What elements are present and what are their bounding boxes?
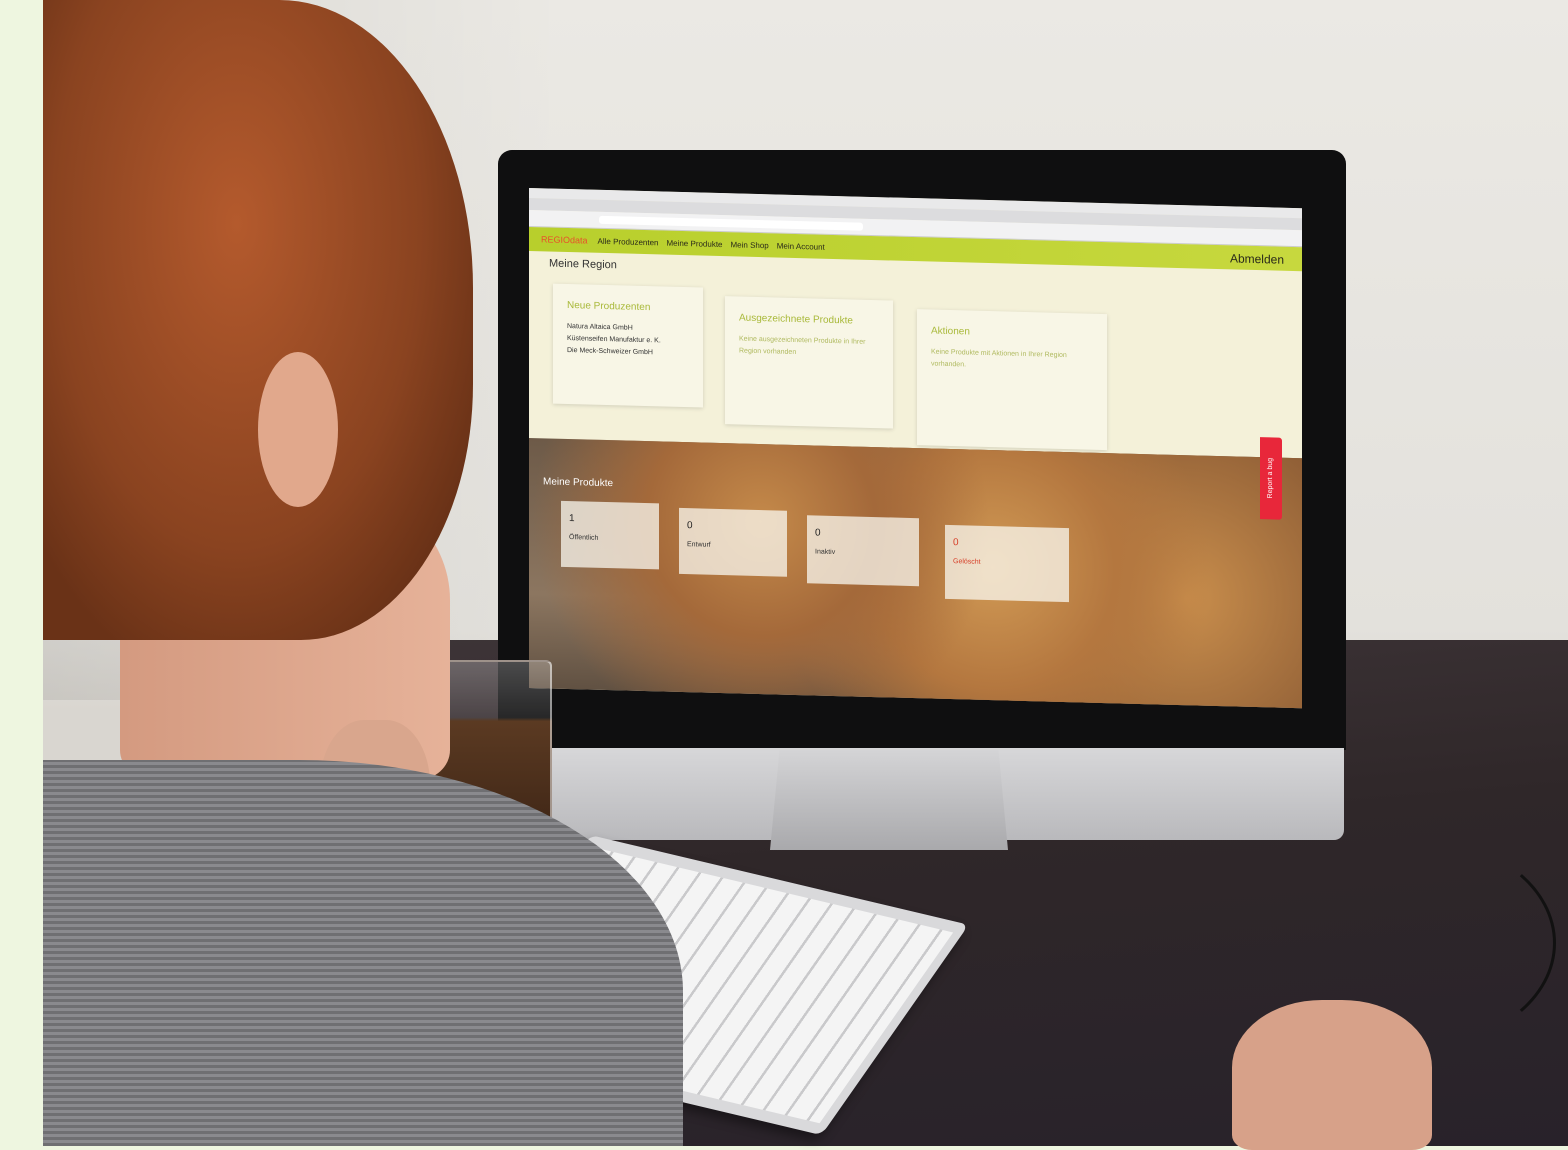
nav-mein-shop[interactable]: Mein Shop <box>731 240 769 250</box>
region-cards: Neue Produzenten Natura Altaica GmbH Küs… <box>529 269 1302 459</box>
stat-geloescht[interactable]: 0 Gelöscht <box>945 524 1069 603</box>
stat-label: Inaktiv <box>815 548 836 557</box>
person-hair <box>43 0 473 640</box>
stat-label: Gelöscht <box>953 558 981 566</box>
person-right-hand <box>1232 1000 1432 1150</box>
monitor-stand <box>770 750 1008 850</box>
card-aktionen: Aktionen Keine Produkte mit Aktionen in … <box>917 309 1107 451</box>
address-url-field[interactable] <box>599 215 863 231</box>
stat-value: 0 <box>815 527 821 539</box>
products-title: Meine Produkte <box>543 476 614 490</box>
card-ausgezeichnete-produkte: Ausgezeichnete Produkte Keine ausgezeich… <box>725 296 893 429</box>
card-empty-text: Keine Produkte mit Aktionen in Ihrer Reg… <box>931 348 1067 369</box>
logout-link[interactable]: Abmelden <box>1230 251 1284 266</box>
brand-logo[interactable]: REGIOdata <box>541 234 588 245</box>
person-ear <box>258 352 338 507</box>
producer-item[interactable]: Die Meck-Schweizer GmbH <box>567 345 689 360</box>
report-bug-button[interactable]: Report a bug <box>1260 437 1282 520</box>
stat-inaktiv[interactable]: 0 Inaktiv <box>807 515 919 587</box>
card-title: Ausgezeichnete Produkte <box>739 312 853 327</box>
nav-alle-produzenten[interactable]: Alle Produzenten <box>598 236 659 247</box>
stat-value: 1 <box>569 513 575 525</box>
stat-oeffentlich[interactable]: 1 Öffentlich <box>561 500 659 570</box>
stat-value: 0 <box>953 537 959 549</box>
nav-mein-account[interactable]: Mein Account <box>777 241 825 251</box>
products-section: Meine Produkte 1 Öffentlich 0 Entwurf 0 … <box>529 438 1302 709</box>
stat-value: 0 <box>687 520 693 532</box>
card-title: Neue Produzenten <box>567 299 651 314</box>
card-title: Aktionen <box>931 325 970 338</box>
stat-label: Öffentlich <box>569 534 599 542</box>
card-neue-produzenten: Neue Produzenten Natura Altaica GmbH Küs… <box>553 283 703 408</box>
monitor-screen: REGIOdata Alle Produzenten Meine Produkt… <box>529 188 1302 709</box>
card-empty-text: Keine ausgezeichneten Produkte in Ihrer … <box>739 335 866 356</box>
stat-entwurf[interactable]: 0 Entwurf <box>679 507 787 577</box>
nav-meine-produkte[interactable]: Meine Produkte <box>666 238 722 248</box>
stat-label: Entwurf <box>687 541 711 549</box>
